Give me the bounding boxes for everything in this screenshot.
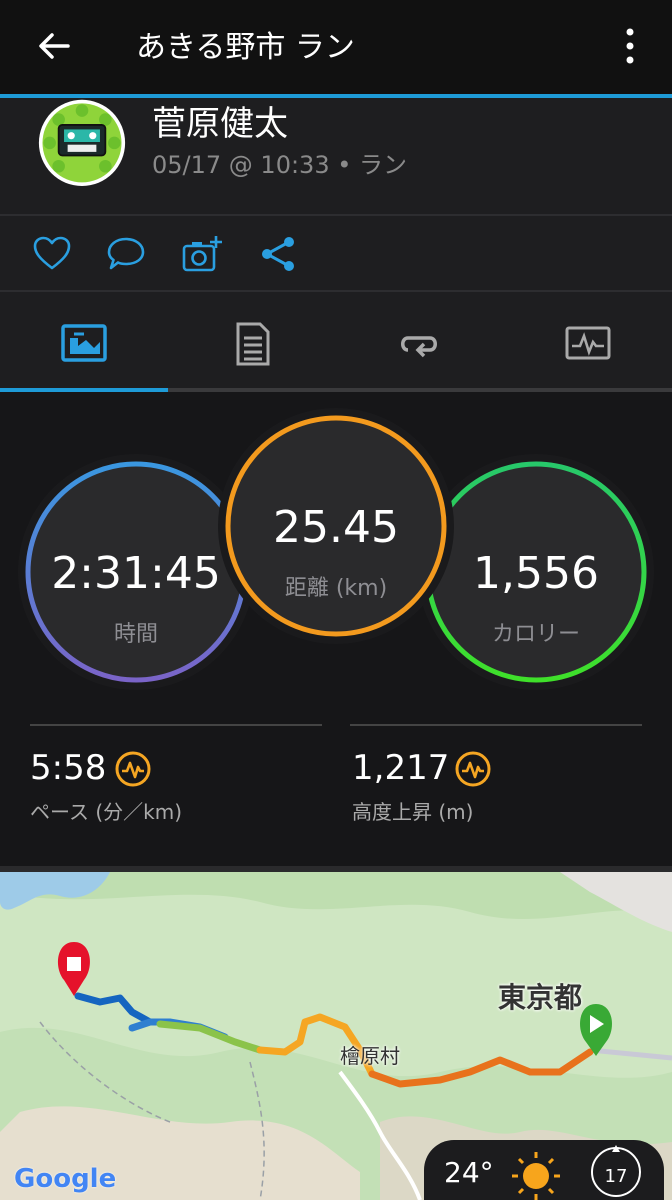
like-heart-icon[interactable] bbox=[32, 234, 72, 274]
time-label: 時間 bbox=[113, 622, 158, 647]
tab-laps-icon[interactable] bbox=[396, 320, 444, 368]
activity-meta: 05/17 @ 10:33 • ラン bbox=[152, 151, 407, 179]
divider bbox=[350, 724, 642, 726]
elevation-label: 高度上昇 (m) bbox=[352, 800, 474, 824]
user-name[interactable]: 菅原健太 bbox=[152, 96, 288, 145]
back-arrow-icon[interactable] bbox=[34, 26, 74, 66]
pace-value: 5:58 bbox=[30, 748, 107, 788]
more-options-icon[interactable] bbox=[616, 26, 644, 66]
page-title: あきる野市 ラン bbox=[136, 30, 355, 65]
tab-charts-icon[interactable] bbox=[564, 320, 612, 368]
google-logo: Google bbox=[14, 1164, 117, 1194]
calories-label: カロリー bbox=[491, 622, 580, 647]
distance-label: 距離 (km) bbox=[284, 576, 388, 601]
divider bbox=[30, 724, 322, 726]
share-icon[interactable] bbox=[258, 234, 298, 274]
distance-value: 25.45 bbox=[273, 502, 399, 553]
pace-label: ペース (分／km) bbox=[30, 800, 183, 824]
tab-overview-icon[interactable] bbox=[60, 320, 108, 368]
temperature: 24° bbox=[444, 1156, 494, 1189]
wind-speed: 17 bbox=[604, 1166, 628, 1187]
action-bar bbox=[0, 216, 672, 290]
avatar[interactable] bbox=[30, 98, 134, 186]
pace-trend-icon[interactable] bbox=[114, 750, 152, 788]
comment-bubble-icon[interactable] bbox=[106, 234, 146, 274]
elevation-value: 1,217 bbox=[352, 748, 450, 788]
calories-value: 1,556 bbox=[473, 548, 599, 599]
tab-details-icon[interactable] bbox=[228, 320, 276, 368]
map-label-tokyo: 東京都 bbox=[498, 981, 583, 1014]
map-label-village: 檜原村 bbox=[340, 1044, 400, 1068]
elevation-trend-icon[interactable] bbox=[454, 750, 492, 788]
time-value: 2:31:45 bbox=[51, 548, 221, 599]
sun-icon bbox=[512, 1152, 560, 1200]
add-photo-icon[interactable] bbox=[182, 234, 222, 274]
